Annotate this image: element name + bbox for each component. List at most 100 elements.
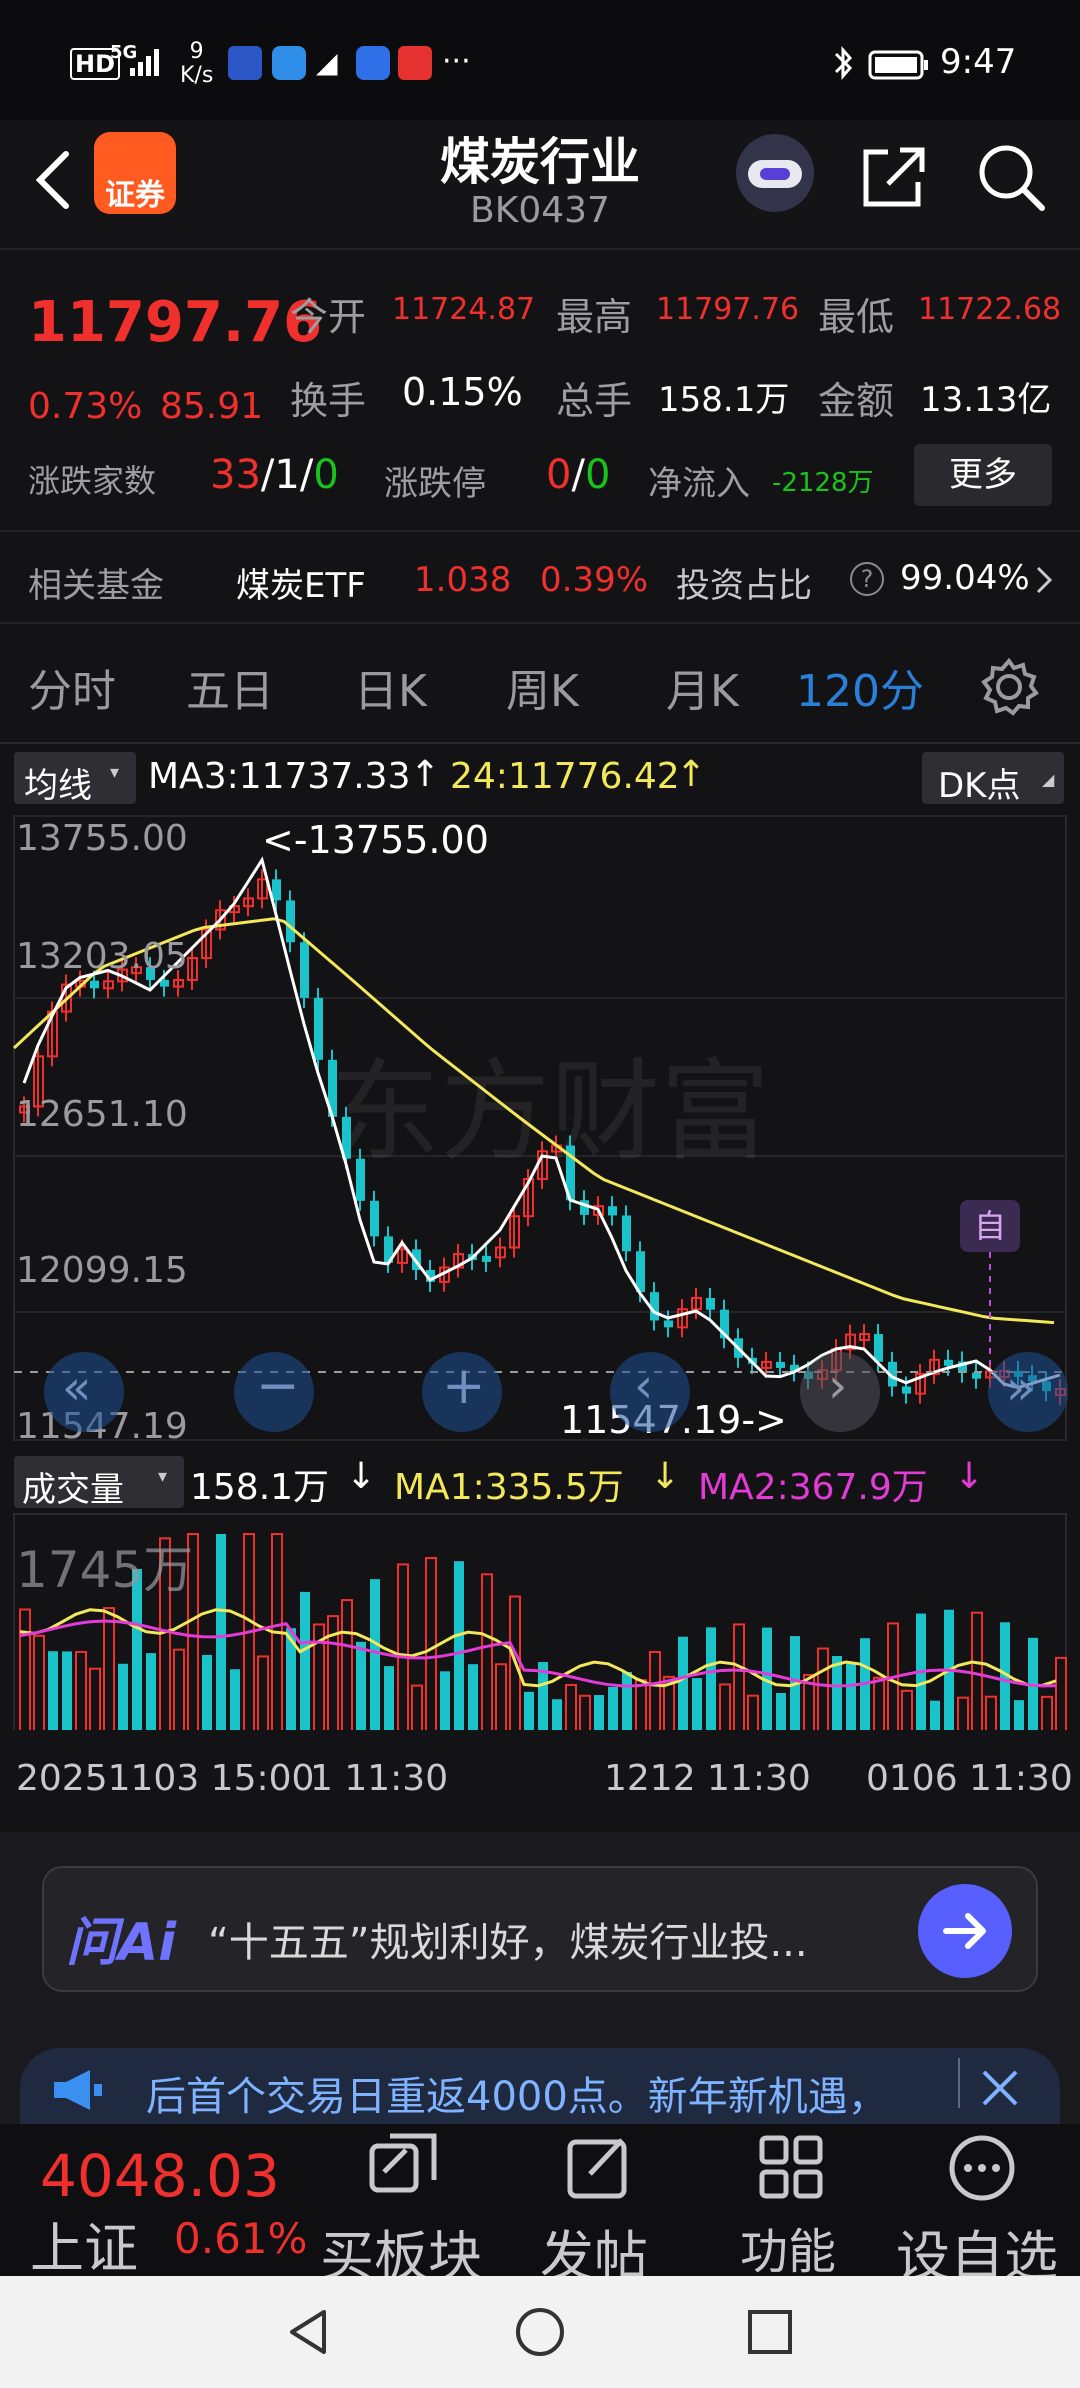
down-arrow-icon: ↓ [650, 1456, 681, 1497]
nav-back-icon[interactable] [280, 2304, 336, 2360]
functions-grid-icon[interactable] [756, 2132, 826, 2202]
tab-five-day[interactable]: 五日 [186, 655, 274, 719]
x-tick: 1 11:30 [310, 1758, 449, 1799]
fund-label: 相关基金 [28, 566, 164, 606]
volume-label: 总手 [556, 379, 633, 423]
advdec-label: 涨跌家数 [28, 462, 157, 500]
clock: 9:47 [940, 42, 1017, 82]
volume-top-label: 1745万 [16, 1541, 194, 1599]
limit-label: 涨跌停 [384, 464, 486, 504]
volume-selector[interactable]: 成交量 ▾ [14, 1456, 184, 1510]
y-tick: 13203.05 [16, 936, 188, 977]
x-tick: 1212 11:30 [604, 1758, 811, 1799]
app-notify-icon [398, 46, 432, 80]
amount-value: 13.13亿 [920, 380, 1052, 420]
fund-pct: 0.39% [540, 560, 649, 600]
index-pct: 0.61% [174, 2214, 308, 2263]
header: 证券 煤炭行业 BK0437 [0, 120, 1080, 250]
scroll-left-fast-button[interactable]: « [44, 1352, 124, 1432]
more-notifications-icon: ··· [442, 44, 471, 79]
low-value: 11722.68 [918, 292, 1062, 327]
tab-daily-k[interactable]: 日K [354, 655, 427, 719]
vol-ma1: MA1:335.5万 [394, 1467, 624, 1508]
more-dots-icon[interactable] [946, 2132, 1018, 2204]
advdec-value: 33/1/0 [210, 452, 339, 498]
signal-bars-icon [130, 49, 159, 76]
change-pct: 0.73% [28, 386, 143, 427]
scroll-right-fast-button[interactable]: » [988, 1352, 1068, 1432]
search-icon[interactable] [974, 140, 1048, 214]
status-bar: HD 5G 9 K/s ◢ ··· 9:47 [0, 0, 1080, 120]
more-button[interactable]: 更多 [914, 444, 1052, 506]
news-ticker[interactable]: 后首个交易日重返4000点。新年新机遇， [20, 2048, 1060, 2132]
index-price[interactable]: 4048.03 [40, 2142, 280, 2210]
x-tick: 20251103 15:00 [16, 1758, 315, 1799]
nav-home-icon[interactable] [512, 2304, 568, 2360]
down-arrow-icon: ↓ [954, 1456, 985, 1497]
divider [0, 530, 1080, 532]
vol-ma2: MA2:367.9万 [698, 1467, 928, 1508]
nav-recents-icon[interactable] [742, 2304, 798, 2360]
app-notify-icon [356, 46, 390, 80]
fund-ratio: 99.04% [900, 558, 1030, 598]
amount-label: 金额 [818, 379, 895, 423]
app-notify-icon [272, 46, 306, 80]
down-arrow-icon: ↓ [346, 1456, 377, 1497]
tab-120min[interactable]: 120分 [796, 655, 924, 719]
volume-value: 158.1万 [658, 380, 790, 420]
netflow-value: -2128万 [772, 468, 874, 498]
open-value: 11724.87 [392, 292, 536, 327]
net-speed: 9 K/s [180, 39, 214, 88]
tab-monthly-k[interactable]: 月K [666, 655, 739, 719]
settings-gear-icon[interactable] [978, 656, 1040, 718]
tab-intraday[interactable]: 分时 [28, 655, 116, 719]
app-notify-icon: ◢ [316, 46, 338, 79]
max-price-label: <-13755.00 [262, 818, 489, 862]
scroll-left-button[interactable]: ‹ [610, 1352, 690, 1432]
app-notify-icon [228, 46, 262, 80]
megaphone-icon [54, 2070, 102, 2110]
ai-logo: 问Ai [66, 1913, 177, 1973]
close-icon[interactable] [978, 2066, 1022, 2110]
ai-prompt-text: “十五五”规划利好，煤炭行业投... [208, 1920, 808, 1966]
ma3-value: MA3:11737.33 [148, 756, 411, 797]
ma24-up-arrow-icon: ↑ [676, 754, 707, 795]
y-tick: 12099.15 [16, 1250, 188, 1291]
buy-sector-icon[interactable] [366, 2132, 442, 2204]
ma3-up-arrow-icon: ↑ [410, 754, 441, 795]
chevron-right-icon[interactable] [1034, 564, 1054, 596]
y-tick: 13755.00 [16, 818, 188, 859]
ai-question-bar[interactable]: 问Ai “十五五”规划利好，煤炭行业投... [42, 1866, 1038, 1992]
tab-weekly-k[interactable]: 周K [506, 655, 579, 719]
arrow-right-icon [943, 1913, 986, 1949]
robot-assistant-icon[interactable] [736, 134, 814, 212]
divider [0, 742, 1080, 744]
volume-value: 158.1万 [190, 1467, 330, 1508]
self-select-marker[interactable]: 自 [960, 1200, 1020, 1252]
help-icon[interactable]: ? [850, 562, 884, 596]
dk-point-button[interactable]: DK点 ◢ [922, 752, 1064, 806]
turnover-label: 换手 [290, 379, 367, 423]
change-abs: 85.91 [160, 386, 264, 427]
ai-send-button[interactable] [918, 1884, 1012, 1978]
zoom-in-button[interactable]: + [422, 1352, 502, 1432]
current-price: 11797.76 [28, 290, 323, 355]
ticker-text: 后首个交易日重返4000点。新年新机遇， [146, 2074, 888, 2120]
fund-price: 1.038 [414, 560, 512, 600]
limit-value: 0/0 [546, 452, 611, 498]
scroll-right-button[interactable]: › [800, 1352, 880, 1432]
turnover-value: 0.15% [402, 370, 523, 414]
high-label: 最高 [556, 295, 633, 339]
ma24-value: 24:11776.42 [450, 756, 680, 797]
netflow-label: 净流入 [648, 464, 750, 504]
bluetooth-icon [834, 46, 853, 80]
share-icon[interactable] [858, 142, 928, 212]
post-edit-icon[interactable] [564, 2132, 634, 2202]
x-tick: 0106 11:30 [866, 1758, 1073, 1799]
y-tick: 12651.10 [16, 1094, 188, 1135]
nav-functions[interactable]: 功能 [740, 2212, 836, 2282]
fund-name[interactable]: 煤炭ETF [236, 558, 366, 607]
zoom-out-button[interactable]: − [234, 1352, 314, 1432]
index-name[interactable]: 上证 [30, 2204, 138, 2283]
ma-selector[interactable]: 均线 ▾ [14, 752, 136, 806]
